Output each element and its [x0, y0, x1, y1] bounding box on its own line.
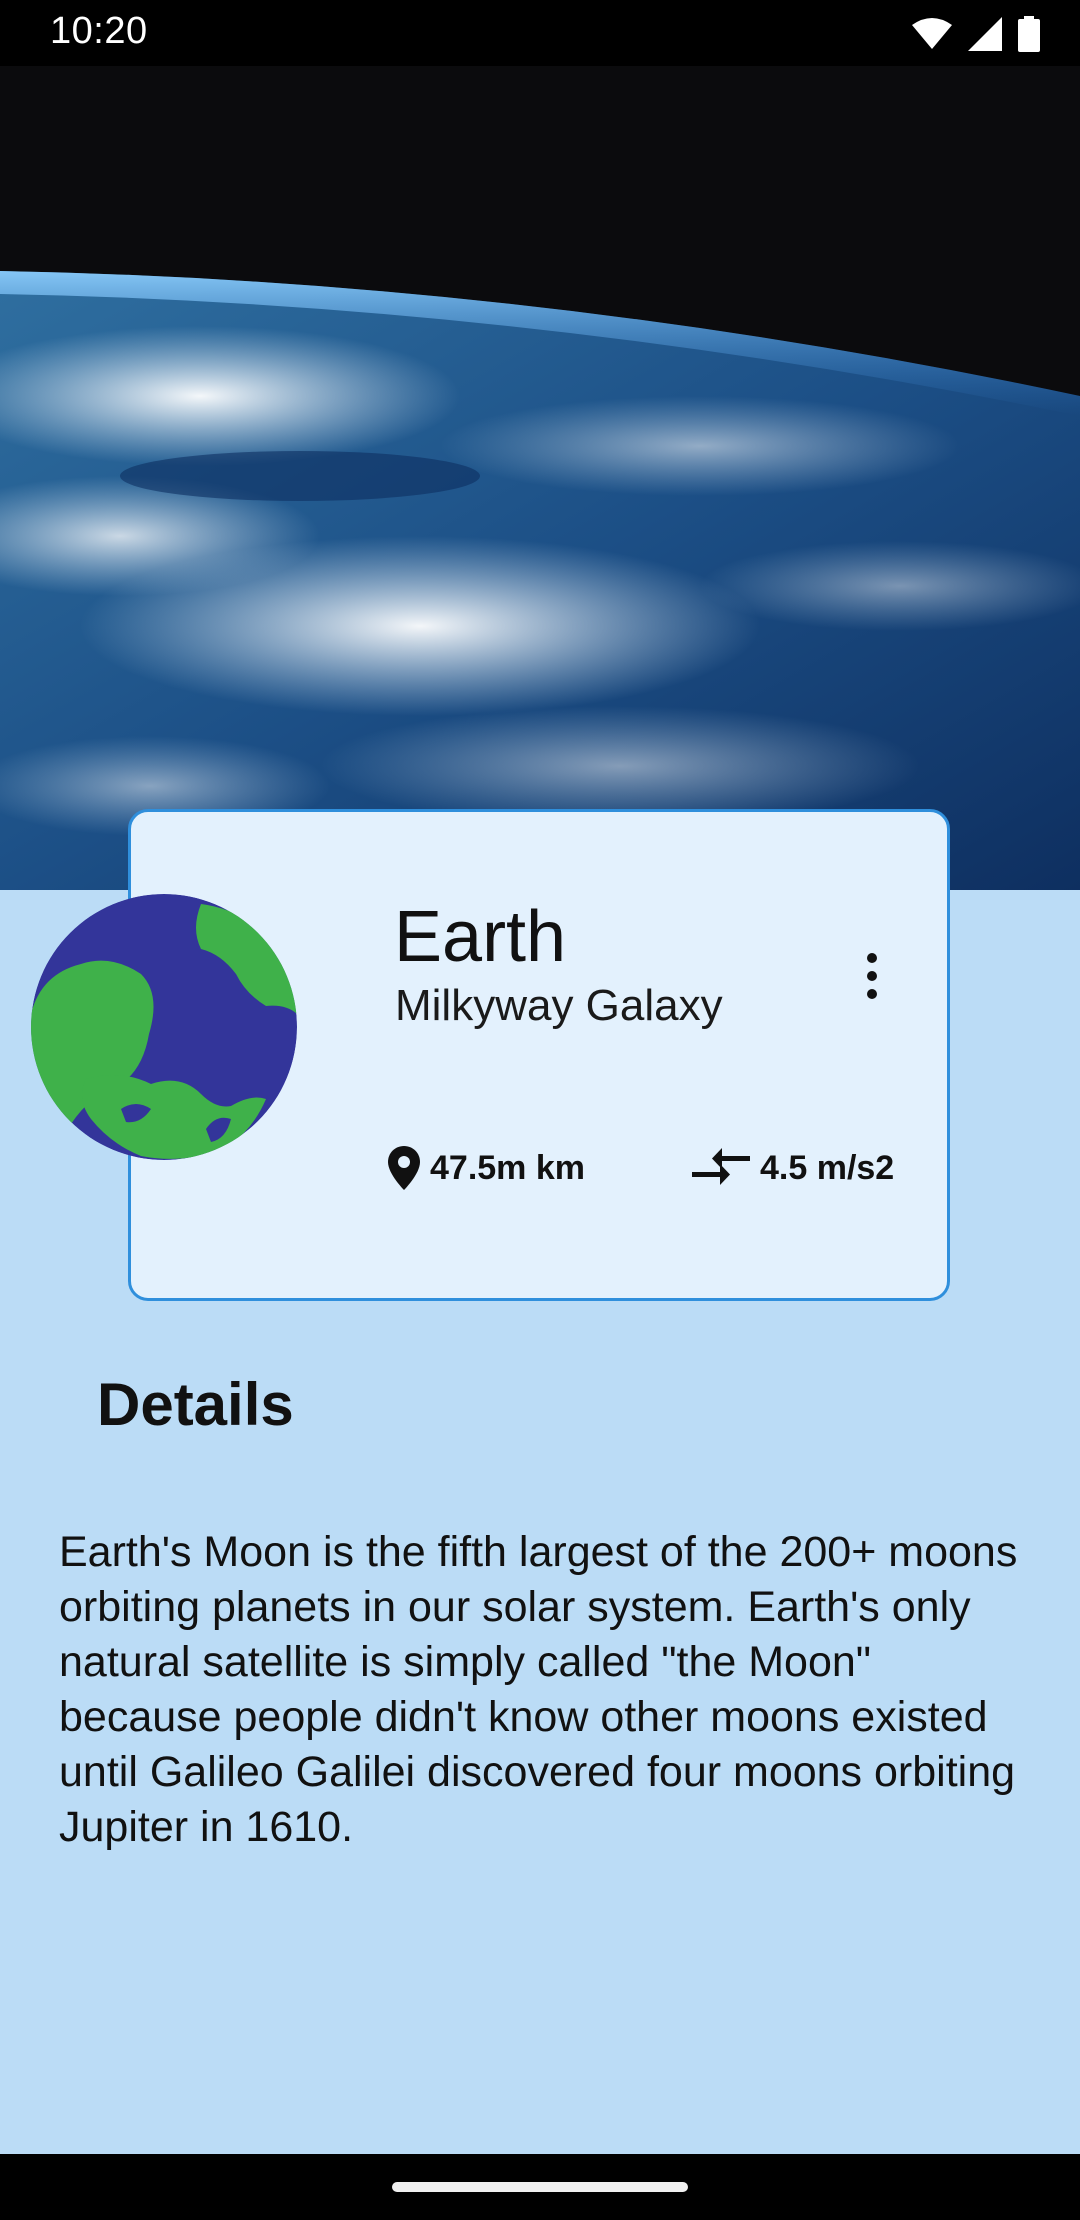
wifi-icon	[912, 18, 952, 49]
planet-name: Earth	[394, 897, 567, 977]
details-text: Earth's Moon is the fifth largest of the…	[59, 1528, 1018, 1851]
planet-avatar	[31, 894, 297, 1160]
distance-stat: 47.5m km	[388, 1142, 585, 1194]
more-vert-icon-dot	[867, 971, 877, 981]
gravity-stat: 4.5 m/s2	[692, 1142, 894, 1194]
compare-arrows-icon	[692, 1148, 750, 1185]
more-vert-icon	[867, 953, 877, 963]
galaxy-name: Milkyway Galaxy	[395, 981, 723, 1030]
status-bar: 10:20	[0, 0, 1080, 66]
status-time: 10:20	[50, 10, 148, 52]
signal-icon	[968, 17, 1002, 51]
hero-earth-image	[0, 66, 1080, 890]
status-icons	[912, 14, 1040, 54]
more-vert-icon-dot	[867, 989, 877, 999]
gravity-value: 4.5 m/s2	[760, 1148, 895, 1187]
distance-value: 47.5m km	[430, 1148, 585, 1187]
location-pin-icon	[388, 1146, 420, 1190]
details-heading: Details	[97, 1371, 294, 1438]
more-options-button[interactable]	[846, 945, 898, 1007]
battery-icon	[1018, 16, 1040, 52]
home-indicator[interactable]	[392, 2182, 688, 2192]
